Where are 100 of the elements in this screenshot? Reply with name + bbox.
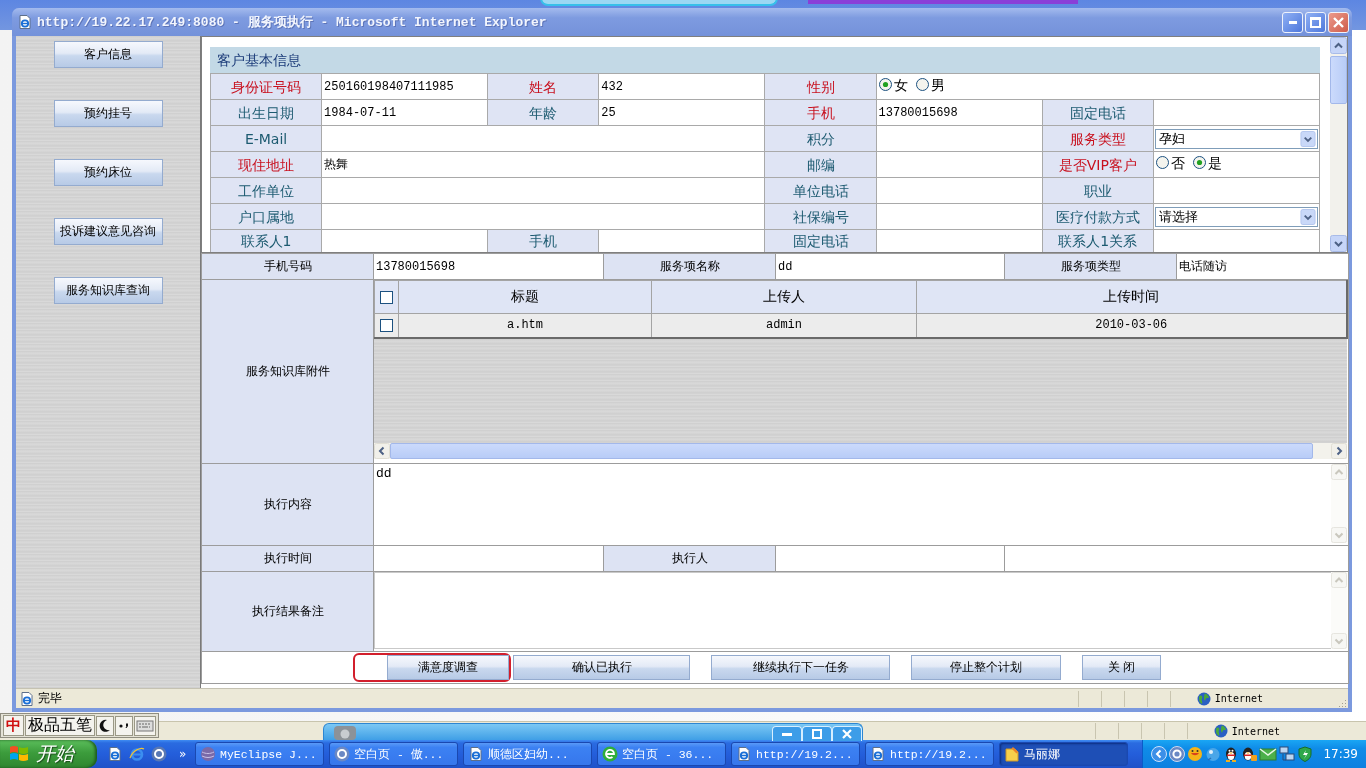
page-icon (17, 14, 33, 30)
field-label: 医疗付款方式 (1042, 203, 1154, 230)
sidebar-button[interactable]: 客户信息 (53, 41, 163, 68)
ring-icon[interactable] (1169, 746, 1186, 762)
sidebar-button[interactable]: 服务知识库查询 (53, 277, 163, 304)
more-button[interactable]: » (179, 747, 187, 761)
close-button[interactable] (832, 726, 862, 741)
maximize-button[interactable] (1305, 11, 1326, 33)
taskbar-button[interactable]: 空白页 - 36... (597, 742, 726, 766)
action-button[interactable]: 继续执行下一任务 (711, 655, 890, 680)
scroll-down-icon[interactable] (1330, 235, 1347, 252)
zone-label: Internet (1214, 693, 1263, 704)
action-button[interactable]: 关 闭 (1082, 655, 1161, 680)
column-header[interactable]: 标题 (398, 280, 652, 314)
taskbar-button[interactable]: 空白页 - 傲... (329, 742, 458, 766)
taskbar-button[interactable]: http://19.2... (731, 742, 860, 766)
action-button[interactable]: 确认已执行 (513, 655, 690, 680)
field-label: 固定电话 (1042, 99, 1154, 126)
field-label: 服务知识库附件 (201, 279, 374, 464)
note-icon (1004, 746, 1020, 762)
table-cell: admin (651, 313, 917, 338)
select-field[interactable]: 请选择 (1154, 206, 1318, 227)
field-label: 服务类型 (1042, 125, 1154, 152)
taskbar-button[interactable]: 顺德区妇幼... (463, 742, 592, 766)
minimize-button[interactable] (772, 726, 802, 741)
page-icon (870, 746, 886, 762)
table-cell: 2010-03-06 (916, 313, 1347, 338)
clock[interactable]: 17:39 (1323, 747, 1358, 761)
moon-icon[interactable] (96, 715, 114, 736)
close-button[interactable] (1328, 11, 1349, 33)
field-label: 职业 (1042, 177, 1154, 204)
table-cell: 25 (598, 99, 765, 126)
radio-icon[interactable] (1192, 156, 1206, 170)
maximize-button[interactable] (802, 726, 832, 741)
radio-icon[interactable] (878, 78, 892, 92)
punctuation-icon[interactable] (115, 715, 133, 736)
page-icon[interactable] (107, 746, 123, 762)
vertical-scrollbar[interactable] (1330, 37, 1347, 252)
action-button[interactable]: 停止整个计划 (911, 655, 1061, 680)
field-label: 手机 (764, 99, 877, 126)
radio-icon[interactable] (1155, 156, 1169, 170)
field-label: 邮编 (764, 151, 877, 178)
sidebar-button[interactable]: 预约床位 (53, 159, 163, 186)
field-label: 姓名 (487, 73, 599, 100)
letter-e-icon[interactable] (129, 746, 145, 762)
taskbar-button[interactable]: MyEclipse J... (195, 742, 324, 766)
penguin-icon[interactable] (1241, 746, 1258, 762)
scroll-left-icon[interactable] (374, 443, 390, 459)
field-label: 服务项名称 (603, 253, 776, 280)
table-cell: a.htm (398, 313, 652, 338)
radio-option[interactable]: 男 (915, 76, 945, 93)
field-label: 户口属地 (210, 203, 322, 230)
chevron-left-icon[interactable] (1151, 746, 1168, 762)
field-label: 执行人 (603, 545, 776, 572)
radio-option[interactable]: 是 (1192, 154, 1222, 171)
table-cell: 1984-07-11 (321, 99, 488, 126)
taskbar-button[interactable]: 马丽娜 (999, 742, 1128, 766)
column-header[interactable]: 上传时间 (916, 280, 1347, 314)
field-label: 单位电话 (764, 177, 877, 204)
smiley-icon[interactable] (1187, 746, 1204, 762)
page-icon (19, 690, 35, 707)
field-label: 是否VIP客户 (1042, 151, 1154, 178)
scroll-up-icon[interactable] (1330, 37, 1347, 54)
field-label: 年龄 (487, 99, 599, 126)
field-label: 现住地址 (210, 151, 322, 178)
sidebar-button[interactable]: 预约挂号 (53, 100, 163, 127)
start-button[interactable]: 开始 (0, 740, 97, 768)
action-button[interactable]: 满意度调查 (387, 655, 509, 680)
field-label: 出生日期 (210, 99, 322, 126)
checkbox[interactable] (380, 290, 393, 304)
ime-name-button[interactable]: 极品五笔 (25, 715, 95, 736)
sphere-icon (200, 746, 216, 762)
zone-label: Internet (1231, 725, 1280, 737)
select-field[interactable]: 孕妇 (1154, 128, 1318, 149)
checkbox[interactable] (380, 318, 393, 332)
close-icon (842, 729, 852, 739)
scrollbar-thumb[interactable] (1330, 56, 1347, 104)
scroll-right-icon[interactable] (1331, 443, 1347, 459)
minimize-icon (1288, 20, 1297, 24)
taskbar-button[interactable]: http://19.2... (865, 742, 994, 766)
shield-icon[interactable] (1297, 746, 1314, 762)
field-label: 服务项类型 (1004, 253, 1177, 280)
minimize-button[interactable] (1282, 11, 1303, 33)
ring-icon[interactable] (151, 746, 167, 762)
minimize-icon (782, 732, 792, 736)
field-label: 性别 (764, 73, 877, 100)
computers-icon[interactable] (1279, 746, 1296, 762)
radio-icon[interactable] (915, 78, 929, 92)
close-icon (1333, 16, 1344, 28)
envelope-icon[interactable] (1259, 746, 1278, 762)
table-cell: 热舞 (321, 151, 765, 178)
radio-option[interactable]: 否 (1155, 154, 1185, 171)
field-label: 联系人1 (210, 229, 322, 252)
sidebar-button[interactable]: 投诉建议意见咨询 (53, 218, 163, 245)
maximize-icon (812, 729, 822, 739)
globe-icon (1213, 724, 1228, 738)
ime-mode-button[interactable]: 中 (3, 715, 24, 736)
radio-option[interactable]: 女 (878, 76, 908, 93)
column-header[interactable]: 上传人 (651, 280, 917, 314)
resize-grip-icon[interactable] (1337, 698, 1347, 708)
